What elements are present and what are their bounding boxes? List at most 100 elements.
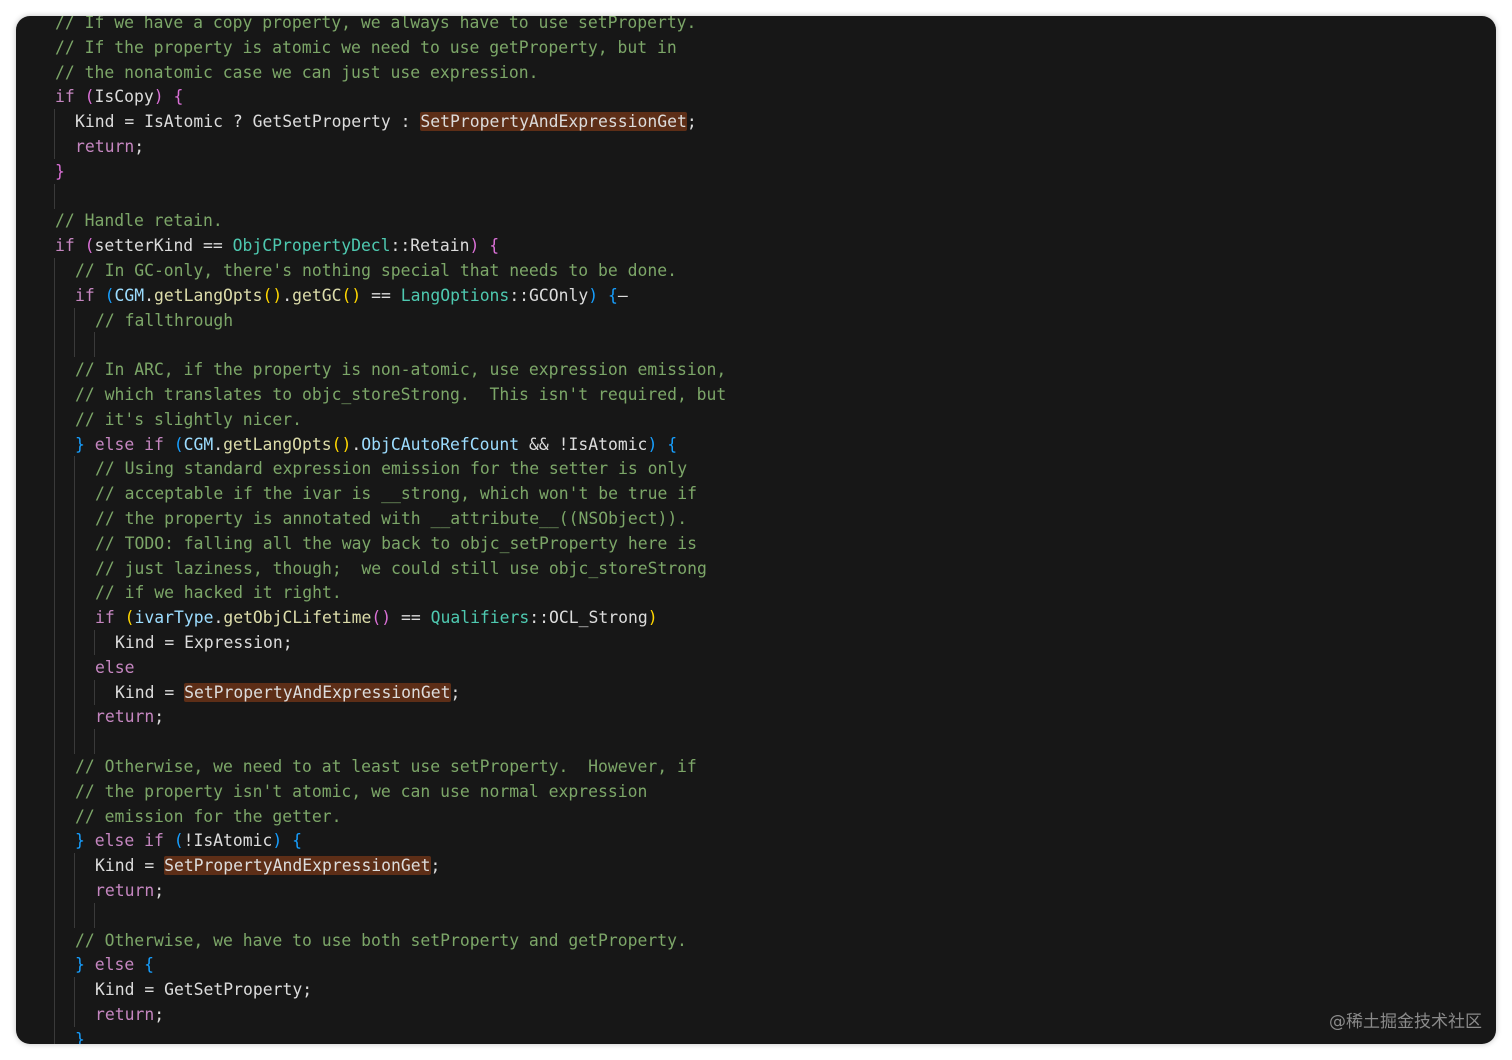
code-token: ( (173, 831, 184, 851)
code-token: else if (94, 434, 164, 454)
code-token: // acceptable if the ivar is __strong, w… (95, 484, 697, 504)
code-token: // the property is annotated with __attr… (95, 509, 688, 528)
indent-guide (54, 456, 55, 482)
code-token: getLangOpts (223, 434, 332, 454)
code-token: CGM (114, 285, 145, 305)
code-token: else (94, 955, 135, 975)
code-token: Kind = GetSetProperty; (95, 980, 313, 1000)
code-token: ) (153, 87, 164, 107)
code-token: == (391, 608, 431, 628)
code-line: } else { (75, 952, 154, 977)
code-token: . (144, 285, 154, 305)
indent-guide (74, 729, 75, 755)
code-token: } (75, 831, 85, 851)
indent-guide (74, 555, 75, 581)
code-token: Kind = IsAtomic ? GetSetProperty : (75, 112, 421, 132)
code-line: // if we hacked it right. (95, 580, 342, 605)
code-line: // Otherwise, we need to at least use se… (75, 754, 697, 779)
code-token: return (95, 881, 155, 900)
code-token: () (262, 285, 283, 305)
code-token: return (95, 707, 155, 727)
code-line: if (IsCopy) { (55, 84, 183, 109)
code-line: // acceptable if the ivar is __strong, w… (95, 481, 697, 506)
indent-guide (54, 357, 55, 383)
code-token: { (173, 87, 184, 107)
code-token: // If we have a copy property, we always… (55, 16, 697, 32)
code-token: ) (272, 831, 283, 851)
code-token: // Using standard expression emission fo… (95, 459, 688, 479)
indent-guide (74, 977, 75, 1003)
code-line: // Using standard expression emission fo… (95, 456, 687, 481)
code-token: else if (94, 831, 164, 851)
code-line: Kind = SetPropertyAndExpressionGet; (95, 853, 440, 878)
code-token: getGC (292, 285, 342, 305)
code-token: { (292, 831, 303, 851)
code-token: if (55, 87, 75, 107)
indent-guide (54, 803, 55, 829)
code-line: return; (95, 878, 164, 903)
indent-guide (74, 654, 75, 680)
code-token: // In GC-only, there's nothing special t… (75, 261, 677, 280)
code-token: // emission for the getter. (75, 806, 342, 826)
indent-guide (54, 679, 55, 705)
indent-guide (54, 977, 55, 1003)
indent-guide (54, 506, 55, 531)
indent-guide (54, 754, 55, 779)
indent-guide (74, 853, 75, 879)
code-line: // the property is annotated with __attr… (95, 506, 687, 531)
watermark-text: @稀土掘金技术社区 (1329, 1012, 1482, 1032)
code-token: LangOptions (400, 285, 510, 305)
code-token: . (213, 608, 224, 628)
indent-guide (54, 109, 55, 135)
indent-guide (54, 134, 55, 159)
code-token: ::OCL_Strong (529, 608, 648, 628)
highlighted-token: SetPropertyAndExpressionGet (164, 856, 431, 876)
indent-guide (54, 828, 55, 854)
indent-guide (54, 431, 55, 457)
code-token: { (489, 236, 500, 256)
code-line: } (55, 159, 65, 184)
code-token: () (371, 608, 392, 628)
code-token: ; (686, 112, 697, 132)
code-line: // the property isn't atomic, we can use… (75, 779, 647, 804)
code-token: ) (647, 434, 658, 454)
indent-guide (54, 927, 55, 953)
code-line: else (95, 655, 134, 680)
code-token: ( (84, 236, 95, 256)
code-line: // If we have a copy property, we always… (55, 16, 696, 35)
indent-guide (54, 183, 55, 209)
code-token: ::GCOnly (509, 285, 589, 305)
indent-guide (54, 605, 55, 631)
code-token: // if we hacked it right. (95, 583, 342, 603)
code-token: // fallthrough (95, 310, 234, 330)
indent-guide (74, 1002, 75, 1027)
indent-guide (54, 952, 55, 978)
code-token: ::Retain (390, 236, 470, 256)
code-token: // which translates to objc_storeStrong.… (75, 385, 727, 404)
code-line: // which translates to objc_storeStrong.… (75, 382, 726, 407)
indent-guide (54, 332, 55, 358)
code-token: ; (430, 856, 441, 876)
indent-guide (54, 282, 55, 308)
code-line: // fallthrough (95, 308, 233, 333)
code-token: ( (124, 608, 135, 628)
code-token: } (75, 955, 85, 975)
code-token: { (667, 434, 678, 454)
code-token: ) (647, 608, 658, 628)
indent-guide (74, 456, 75, 482)
code-line: // Otherwise, we have to use both setPro… (75, 928, 687, 953)
code-token: CGM (183, 434, 214, 454)
code-line: } (75, 1027, 85, 1044)
highlighted-token: SetPropertyAndExpressionGet (420, 112, 687, 132)
code-token: // TODO: falling all the way back to obj… (95, 533, 697, 553)
code-token: ObjCAutoRefCount (361, 434, 520, 454)
code-line: // In ARC, if the property is non-atomic… (75, 357, 726, 382)
indent-guide (74, 580, 75, 606)
